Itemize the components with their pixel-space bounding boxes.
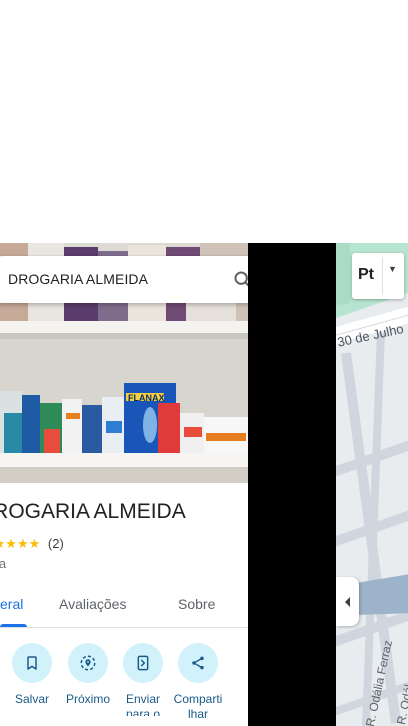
chevron-left-icon [344,596,350,607]
send-to-phone-button[interactable]: Enviar para o [113,643,173,716]
save-button[interactable]: Salvar [2,643,62,707]
nearby-button[interactable]: Próximo [58,643,118,707]
map-overlay-strip [248,243,336,726]
map-layer-label: Pt [358,266,374,283]
tab-about[interactable]: Sobre [178,583,215,627]
place-title: DROGARIA ALMEIDA [0,500,186,523]
rating-stars: ★★★★★ [0,536,41,551]
map-view[interactable]: 30 de Julho R. Odália Ferraz R. Odál [336,243,408,726]
tab-overview[interactable]: eral [0,583,23,627]
send-to-phone-icon [123,643,163,683]
share-icon [178,643,218,683]
place-panel: FLANAX DROGARIA ALMEIDA DROGARIA ALMEIDA… [0,243,248,726]
bookmark-icon [12,643,52,683]
map-layer-button[interactable]: Pt ▼ [352,253,404,299]
share-button[interactable]: Comparti lhar [168,643,228,722]
search-icon[interactable] [232,269,248,291]
send-to-phone-label: Enviar para o [125,692,161,716]
tab-reviews[interactable]: Avaliações [59,583,126,627]
share-label: Comparti lhar [173,692,223,721]
search-input[interactable]: DROGARIA ALMEIDA [8,256,148,303]
place-category[interactable]: ia [0,556,6,571]
search-box[interactable]: DROGARIA ALMEIDA [0,256,248,303]
map-streets [336,243,408,726]
collapse-panel-button[interactable] [336,577,359,626]
rating-count[interactable]: (2) [48,536,64,551]
map-layer-divider [382,257,383,295]
save-label: Salvar [14,692,49,706]
tab-bar: eral Avaliações Sobre [0,583,248,628]
nearby-icon [68,643,108,683]
active-tab-indicator [0,624,27,627]
nearby-label: Próximo [65,692,110,706]
svg-text:FLANAX: FLANAX [128,393,165,403]
chevron-down-icon[interactable]: ▼ [388,264,397,274]
rating-row[interactable]: ★★★★★ (2) [0,536,64,552]
